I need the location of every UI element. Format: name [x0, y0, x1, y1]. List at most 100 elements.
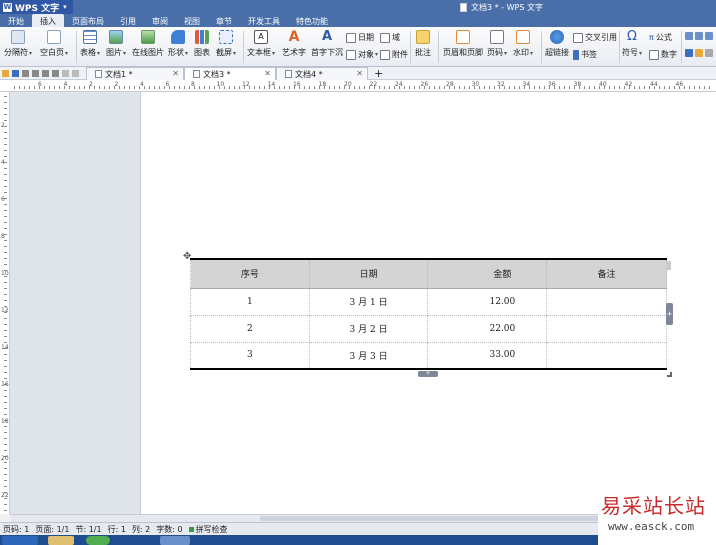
tab-home[interactable]: 开始	[0, 14, 32, 27]
ruler-tick	[19, 86, 20, 89]
table-cell[interactable]	[546, 288, 667, 316]
formula-button[interactable]: π 公式	[649, 32, 672, 43]
column-header-note[interactable]: 备注	[546, 258, 667, 289]
table-cell[interactable]: 1	[190, 288, 310, 316]
tab-insert[interactable]: 插入	[32, 14, 64, 27]
bookmark-button[interactable]: 书签	[573, 49, 597, 60]
tab-review[interactable]: 审阅	[144, 14, 176, 27]
add-column-handle[interactable]: +	[666, 303, 673, 325]
screenshot-button[interactable]: 截屏▾	[216, 30, 236, 58]
number-button[interactable]: 数字	[649, 49, 677, 60]
table-cell[interactable]	[546, 342, 667, 370]
tab-document-1[interactable]: 文档1 * ✕	[86, 67, 184, 80]
table-cell[interactable]: 12.00	[427, 288, 548, 316]
ruler-tick	[124, 86, 125, 89]
extra-tools-top[interactable]	[685, 32, 715, 40]
open-folder-icon[interactable]	[2, 69, 9, 77]
tab-references[interactable]: 引用	[112, 14, 144, 27]
tab-document-4[interactable]: 文档4 * ✕	[276, 67, 368, 80]
column-header-index[interactable]: 序号	[190, 258, 310, 289]
ruler-tick	[469, 86, 470, 89]
quick-menu-icon[interactable]	[72, 69, 79, 77]
watermark-button[interactable]: 水印▾	[513, 30, 533, 58]
tab-page-layout[interactable]: 页面布局	[64, 14, 112, 27]
data-table[interactable]: 序号 日期 金额 备注 1 3 月 1 日 12.00 2 3 月 2 日 22…	[190, 258, 667, 370]
table-cell[interactable]: 2	[190, 315, 310, 343]
tab-view[interactable]: 视图	[176, 14, 208, 27]
spell-check-label: 拼写检查	[195, 524, 228, 534]
symbol-button[interactable]: Ω 符号▾	[622, 30, 642, 58]
start-button[interactable]	[2, 536, 38, 545]
extra-tools-bottom[interactable]	[685, 49, 715, 57]
add-row-handle[interactable]: +	[418, 371, 438, 377]
taskbar-folder-icon[interactable]	[48, 536, 74, 545]
column-header-amount[interactable]: 金额	[427, 258, 548, 289]
undo-icon[interactable]	[52, 69, 59, 77]
word-art-button[interactable]: A 艺术字	[282, 30, 306, 58]
print-preview-icon[interactable]	[32, 69, 39, 77]
taskbar-browser-icon[interactable]	[86, 536, 110, 545]
copy-icon[interactable]	[42, 69, 49, 77]
tab-chapter[interactable]: 章节	[208, 14, 240, 27]
close-icon[interactable]: ✕	[264, 69, 271, 78]
app-menu-button[interactable]: W WPS 文字 ▾	[0, 0, 73, 14]
page-break-button[interactable]: 分隔符▾	[4, 30, 32, 58]
chart-button[interactable]: 图表	[194, 30, 210, 58]
comment-button[interactable]: 批注	[415, 30, 431, 58]
table-cell[interactable]	[546, 315, 667, 343]
save-icon[interactable]	[12, 69, 19, 77]
tab-document-3[interactable]: 文档3 * ✕	[184, 67, 276, 80]
ruler-number: 2	[1, 122, 5, 129]
blank-page-button[interactable]: 空白页▾	[40, 30, 68, 58]
table-cell[interactable]: 3 月 3 日	[308, 342, 429, 370]
table-cell[interactable]: 3 月 1 日	[308, 288, 429, 316]
print-icon[interactable]	[22, 69, 29, 77]
new-tab-button[interactable]: +	[374, 67, 383, 80]
ruler-tick	[509, 86, 510, 89]
ruler-tick	[4, 258, 7, 259]
column-header-date[interactable]: 日期	[308, 258, 429, 289]
field-button[interactable]: 域	[380, 32, 400, 43]
spell-check-button[interactable]: 拼写检查	[186, 524, 231, 535]
online-picture-button[interactable]: 在线图片	[132, 30, 164, 58]
horizontal-ruler[interactable]: 6 4 2 2 4 6 8 10 12 14 16 18 20 22 24 26 28 30 32 34 36 38 40 4…	[0, 80, 716, 92]
status-words[interactable]: 字数: 0	[153, 524, 185, 535]
ruler-tick	[4, 408, 7, 409]
ruler-tick	[4, 396, 7, 397]
date-label: 日期	[358, 33, 374, 42]
watermark-text-cn: 易采站长站	[601, 494, 706, 518]
ruler-tick	[29, 86, 30, 89]
table-cell[interactable]: 3 月 2 日	[308, 315, 429, 343]
scrollbar-thumb[interactable]	[260, 516, 600, 521]
page-number-button[interactable]: 页码▾	[487, 30, 507, 58]
cross-reference-button[interactable]: 交叉引用	[573, 32, 617, 43]
settings-icon	[705, 49, 713, 57]
picture-button[interactable]: 图片▾	[106, 30, 126, 58]
table-cell[interactable]: 33.00	[427, 342, 548, 370]
object-button[interactable]: 对象 ▾	[346, 49, 378, 60]
ruler-tick	[4, 216, 7, 217]
shapes-button[interactable]: 形状▾	[168, 30, 188, 58]
vertical-ruler[interactable]: 2 4 6 8 10 12 14 16 18 20 22	[0, 92, 10, 514]
header-footer-button[interactable]: 页眉和页脚	[443, 30, 483, 58]
text-box-button[interactable]: A 文本框▾	[247, 30, 275, 58]
hyperlink-button[interactable]: 超链接	[545, 30, 569, 58]
tab-developer[interactable]: 开发工具	[240, 14, 288, 27]
attachment-button[interactable]: 附件	[380, 49, 408, 60]
taskbar-wps-icon[interactable]	[160, 536, 190, 545]
table-cell[interactable]: 3	[190, 342, 310, 370]
date-button[interactable]: 日期	[346, 32, 374, 43]
table-header-row: 序号 日期 金额 备注	[190, 258, 667, 289]
tab-special[interactable]: 特色功能	[288, 14, 336, 27]
close-icon[interactable]: ✕	[172, 69, 179, 78]
table-button[interactable]: 表格▾	[80, 30, 100, 58]
ruler-tick	[109, 86, 110, 89]
close-icon[interactable]: ✕	[356, 69, 363, 78]
paperclip-icon	[380, 49, 390, 60]
ruler-number: 4	[1, 159, 5, 166]
table-resize-handle-icon[interactable]	[667, 372, 672, 377]
redo-icon[interactable]	[62, 69, 69, 77]
drop-cap-button[interactable]: A 首字下沉	[311, 30, 343, 58]
ruler-tick	[584, 86, 585, 89]
table-cell[interactable]: 22.00	[427, 315, 548, 343]
